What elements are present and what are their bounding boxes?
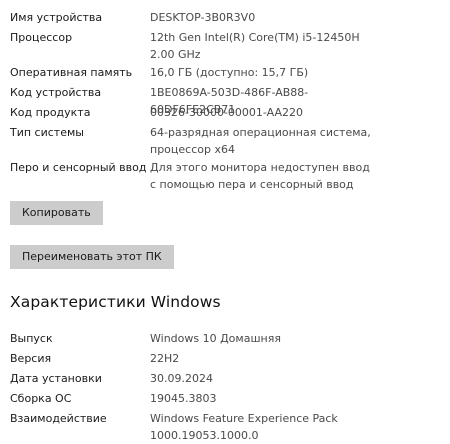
spec-value: 12th Gen Intel(R) Core(TM) i5-12450H 2.0…: [150, 31, 360, 61]
rename-pc-button[interactable]: Переименовать этот ПК: [10, 245, 174, 269]
spec-label: Перо и сенсорный ввод: [10, 161, 147, 174]
windows-specs-heading: Характеристики Windows: [10, 293, 221, 311]
spec-value: 19045.3803: [150, 392, 217, 405]
spec-value: 00326-30000-00001-AA220: [150, 106, 303, 119]
spec-label: Код устройства: [10, 86, 102, 99]
spec-label: Выпуск: [10, 332, 53, 345]
spec-label: Процессор: [10, 31, 73, 44]
spec-label: Взаимодействие: [10, 412, 107, 425]
spec-value: Для этого монитора недоступен ввод с пом…: [150, 161, 370, 191]
spec-label: Версия: [10, 352, 52, 365]
spec-value: 16,0 ГБ (доступно: 15,7 ГБ): [150, 66, 309, 79]
spec-value: 30.09.2024: [150, 372, 213, 385]
copy-button[interactable]: Копировать: [10, 201, 103, 225]
spec-value: 22H2: [150, 352, 180, 365]
spec-value: Windows Feature Experience Pack 1000.190…: [150, 412, 338, 442]
spec-label: Тип системы: [10, 126, 84, 139]
spec-label: Имя устройства: [10, 11, 103, 24]
spec-label: Код продукта: [10, 106, 91, 119]
spec-label: Оперативная память: [10, 66, 133, 79]
spec-label: Дата установки: [10, 372, 102, 385]
spec-label: Сборка ОС: [10, 392, 72, 405]
spec-value: DESKTOP-3B0R3V0: [150, 11, 256, 24]
spec-value: Windows 10 Домашняя: [150, 332, 281, 345]
spec-value: 64-разрядная операционная система, проце…: [150, 126, 371, 156]
